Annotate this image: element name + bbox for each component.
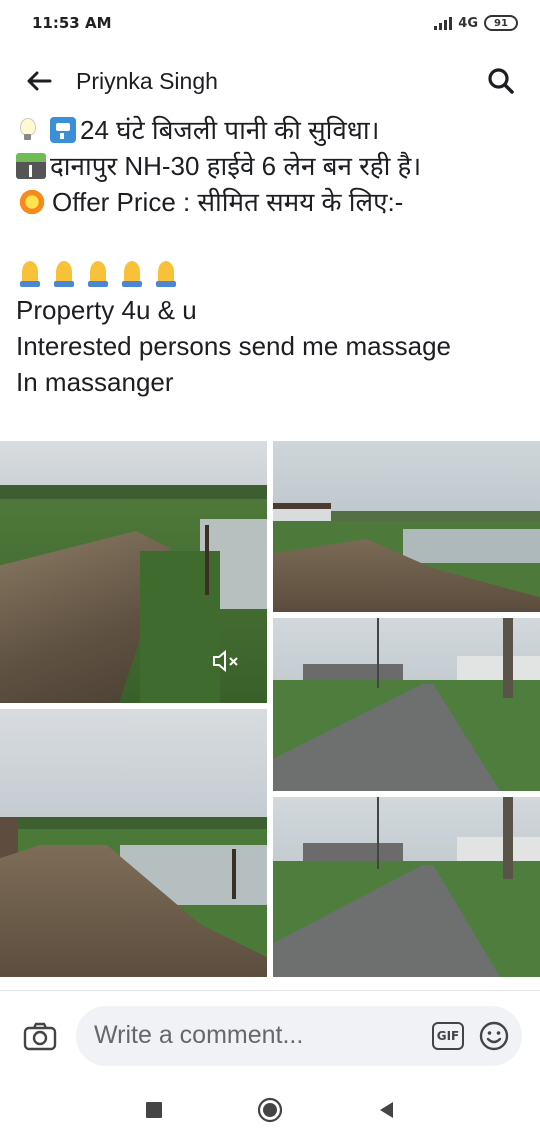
arrow-left-icon: [27, 71, 52, 91]
folded-hands-icon: [118, 259, 146, 289]
comment-input[interactable]: Write a comment... GIF: [76, 1005, 522, 1066]
camera-icon: [23, 1022, 57, 1050]
speaker-muted-icon[interactable]: [211, 649, 241, 673]
light-bulb-icon: [16, 116, 38, 144]
search-button[interactable]: [484, 64, 518, 98]
folded-hands-icon: [152, 259, 180, 289]
post-line-text: 24 घंटे बिजली पानी की सुविधा।: [80, 115, 380, 145]
status-indicators: 4G 91: [434, 15, 518, 31]
camera-button[interactable]: [20, 1016, 60, 1056]
recent-apps-button[interactable]: [141, 1097, 167, 1123]
network-type: 4G: [458, 15, 478, 31]
smiley-icon[interactable]: [478, 1020, 510, 1052]
post-video[interactable]: [0, 441, 267, 703]
post-line-text: दानापुर NH-30 हाईवे 6 लेन बन रही है।: [50, 151, 422, 181]
gif-button[interactable]: GIF: [432, 1021, 464, 1050]
post-photo[interactable]: [273, 618, 540, 791]
back-button[interactable]: [22, 64, 56, 98]
battery-icon: 91: [484, 15, 518, 31]
folded-hands-icon: [50, 259, 78, 289]
circle-home-icon: [257, 1097, 283, 1123]
triangle-back-icon: [380, 1102, 393, 1118]
comment-placeholder: Write a comment...: [94, 1021, 304, 1049]
post-line-text: Offer Price : सीमित समय के लिए:-: [52, 187, 404, 217]
status-bar: 11:53 AM 4G 91: [0, 0, 540, 46]
system-back-button[interactable]: [373, 1097, 399, 1123]
photo-grid: [0, 441, 540, 977]
comment-bar: Write a comment... GIF: [0, 990, 540, 1080]
post-photo[interactable]: [0, 709, 267, 977]
post-photo[interactable]: [273, 441, 540, 612]
water-tap-icon: [50, 117, 76, 143]
gif-icon: GIF: [436, 1028, 460, 1043]
post-line-offer: Offer Price : सीमित समय के लिए:-: [16, 184, 526, 220]
folded-hands-icon: [84, 259, 112, 289]
post-line-interested: Interested persons send me massage: [16, 331, 452, 361]
post-text: 24 घंटे बिजली पानी की सुविधा। दानापुर NH…: [16, 112, 526, 400]
folded-hands-icon: [16, 259, 44, 289]
post-line-facilities: 24 घंटे बिजली पानी की सुविधा।: [16, 112, 526, 148]
post-line-property: Property 4u & u: [16, 295, 197, 325]
system-nav-bar: [0, 1080, 540, 1140]
search-icon: [488, 68, 514, 94]
battery-level: 91: [494, 17, 508, 29]
collision-icon: [16, 187, 48, 217]
post-line-emojis: [16, 256, 526, 292]
post-line-highway: दानापुर NH-30 हाईवे 6 लेन बन रही है।: [16, 148, 526, 184]
app-header: Priynka Singh: [0, 50, 540, 112]
motorway-icon: [16, 153, 46, 179]
square-recent-icon: [146, 1102, 162, 1118]
post-photo[interactable]: [273, 797, 540, 977]
status-time: 11:53 AM: [32, 14, 112, 32]
signal-icon: [434, 16, 453, 30]
page-title: Priynka Singh: [76, 67, 218, 94]
post-line-messenger: In massanger: [16, 367, 174, 397]
home-button[interactable]: [257, 1097, 283, 1123]
